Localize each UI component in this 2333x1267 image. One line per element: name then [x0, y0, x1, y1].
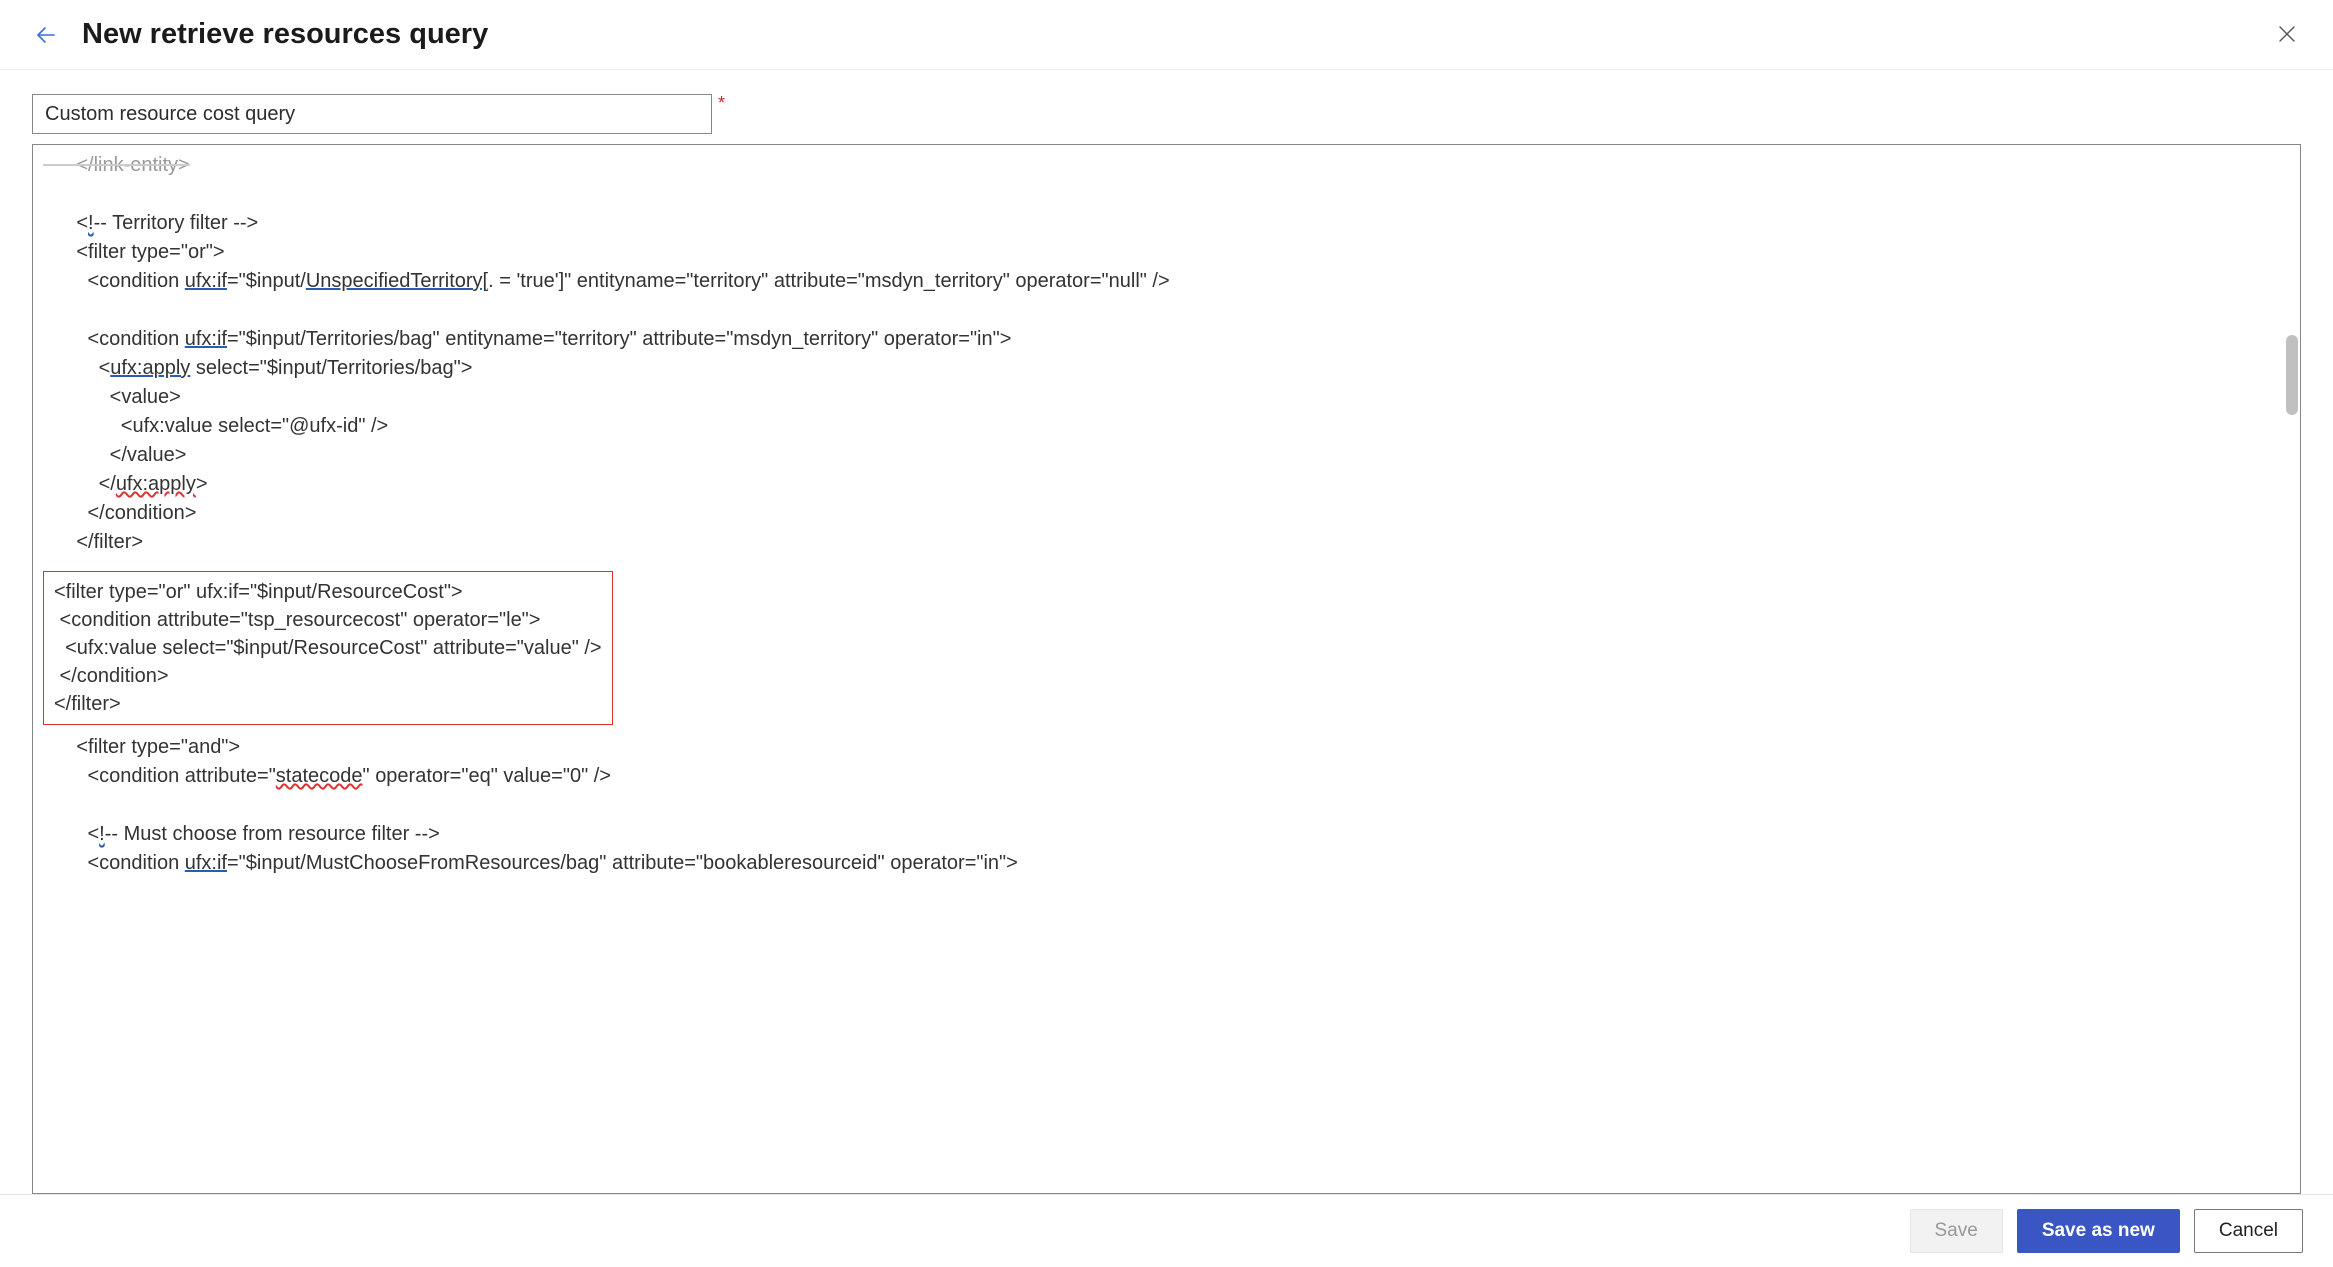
code-line: <condition ufx:if="$input/UnspecifiedTer… [43, 270, 1170, 292]
code-line: <ufx:value select="$input/ResourceCost" … [54, 637, 602, 659]
close-button[interactable] [2271, 18, 2303, 50]
save-button: Save [1910, 1209, 2003, 1253]
code-line: </condition> [43, 502, 196, 524]
code-line: <!-- Must choose from resource filter --… [43, 823, 440, 845]
arrow-left-icon [34, 23, 58, 47]
code-line: <value> [43, 386, 181, 408]
cancel-button[interactable]: Cancel [2194, 1209, 2303, 1253]
page-title: New retrieve resources query [82, 18, 488, 51]
code-line: <!-- Territory filter --> [43, 212, 258, 234]
code-line: </filter> [54, 693, 121, 715]
code-line: </ufx:apply> [43, 473, 208, 495]
query-name-row: * [32, 94, 2301, 134]
save-as-new-button[interactable]: Save as new [2017, 1209, 2180, 1253]
code-line: </link-entity> [43, 154, 190, 176]
query-xml-editor[interactable]: </link-entity> <!-- Territory filter -->… [32, 144, 2301, 1194]
code-line: <condition ufx:if="$input/MustChooseFrom… [43, 852, 1018, 874]
required-indicator: * [718, 94, 725, 112]
code-line: <condition attribute="tsp_resourcecost" … [54, 609, 540, 631]
query-xml-content[interactable]: </link-entity> <!-- Territory filter -->… [33, 145, 2300, 1193]
highlighted-code-block: <filter type="or" ufx:if="$input/Resourc… [43, 571, 613, 725]
back-button[interactable] [30, 19, 62, 51]
code-line: <filter type="or" ufx:if="$input/Resourc… [54, 581, 463, 603]
close-icon [2277, 24, 2297, 44]
code-line: <condition attribute="statecode" operato… [43, 765, 611, 787]
code-line: <filter type="or"> [43, 241, 225, 263]
code-line: <filter type="and"> [43, 736, 240, 758]
code-line: <ufx:apply select="$input/Territories/ba… [43, 357, 472, 379]
dialog-body: * </link-entity> <!-- Territory filter -… [0, 70, 2333, 1194]
dialog-header: New retrieve resources query [0, 0, 2333, 70]
dialog-footer: Save Save as new Cancel [0, 1194, 2333, 1267]
code-line: <ufx:value select="@ufx-id" /> [43, 415, 388, 437]
code-line: <condition ufx:if="$input/Territories/ba… [43, 328, 1011, 350]
scrollbar-thumb[interactable] [2286, 335, 2298, 415]
code-line: </value> [43, 444, 186, 466]
query-name-input[interactable] [32, 94, 712, 134]
code-line: </condition> [54, 665, 169, 687]
code-line: </filter> [43, 531, 143, 553]
